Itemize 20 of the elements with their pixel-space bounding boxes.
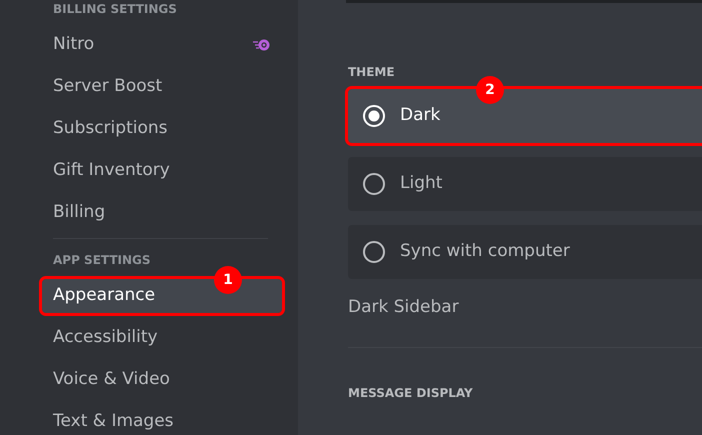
theme-option[interactable]: Sync with computer <box>348 225 702 279</box>
nitro-icon <box>253 38 271 52</box>
radio-button[interactable] <box>362 240 386 264</box>
sidebar-item[interactable]: Gift Inventory <box>42 154 282 188</box>
radio-button[interactable] <box>362 172 386 196</box>
setting-label: Dark Sidebar <box>348 296 460 319</box>
section-heading: THEME <box>348 65 396 79</box>
sidebar-item[interactable]: Billing <box>42 196 282 230</box>
sidebar-item[interactable]: Subscriptions <box>42 112 282 146</box>
section-heading: BILLING SETTINGS <box>52 2 178 16</box>
theme-option[interactable]: Light <box>348 157 702 211</box>
sidebar-item[interactable]: Server Boost <box>42 70 282 104</box>
callout-number: 1 <box>214 266 242 294</box>
sidebar-item[interactable]: Nitro <box>42 28 282 62</box>
sidebar-item[interactable]: Text & Images <box>42 405 282 435</box>
section-heading: APP SETTINGS <box>52 253 152 267</box>
sidebar-item[interactable]: Voice & Video <box>42 363 282 397</box>
callout-number: 2 <box>476 76 504 104</box>
section-heading: MESSAGE DISPLAY <box>348 386 474 400</box>
sidebar-item[interactable]: Accessibility <box>42 321 282 355</box>
